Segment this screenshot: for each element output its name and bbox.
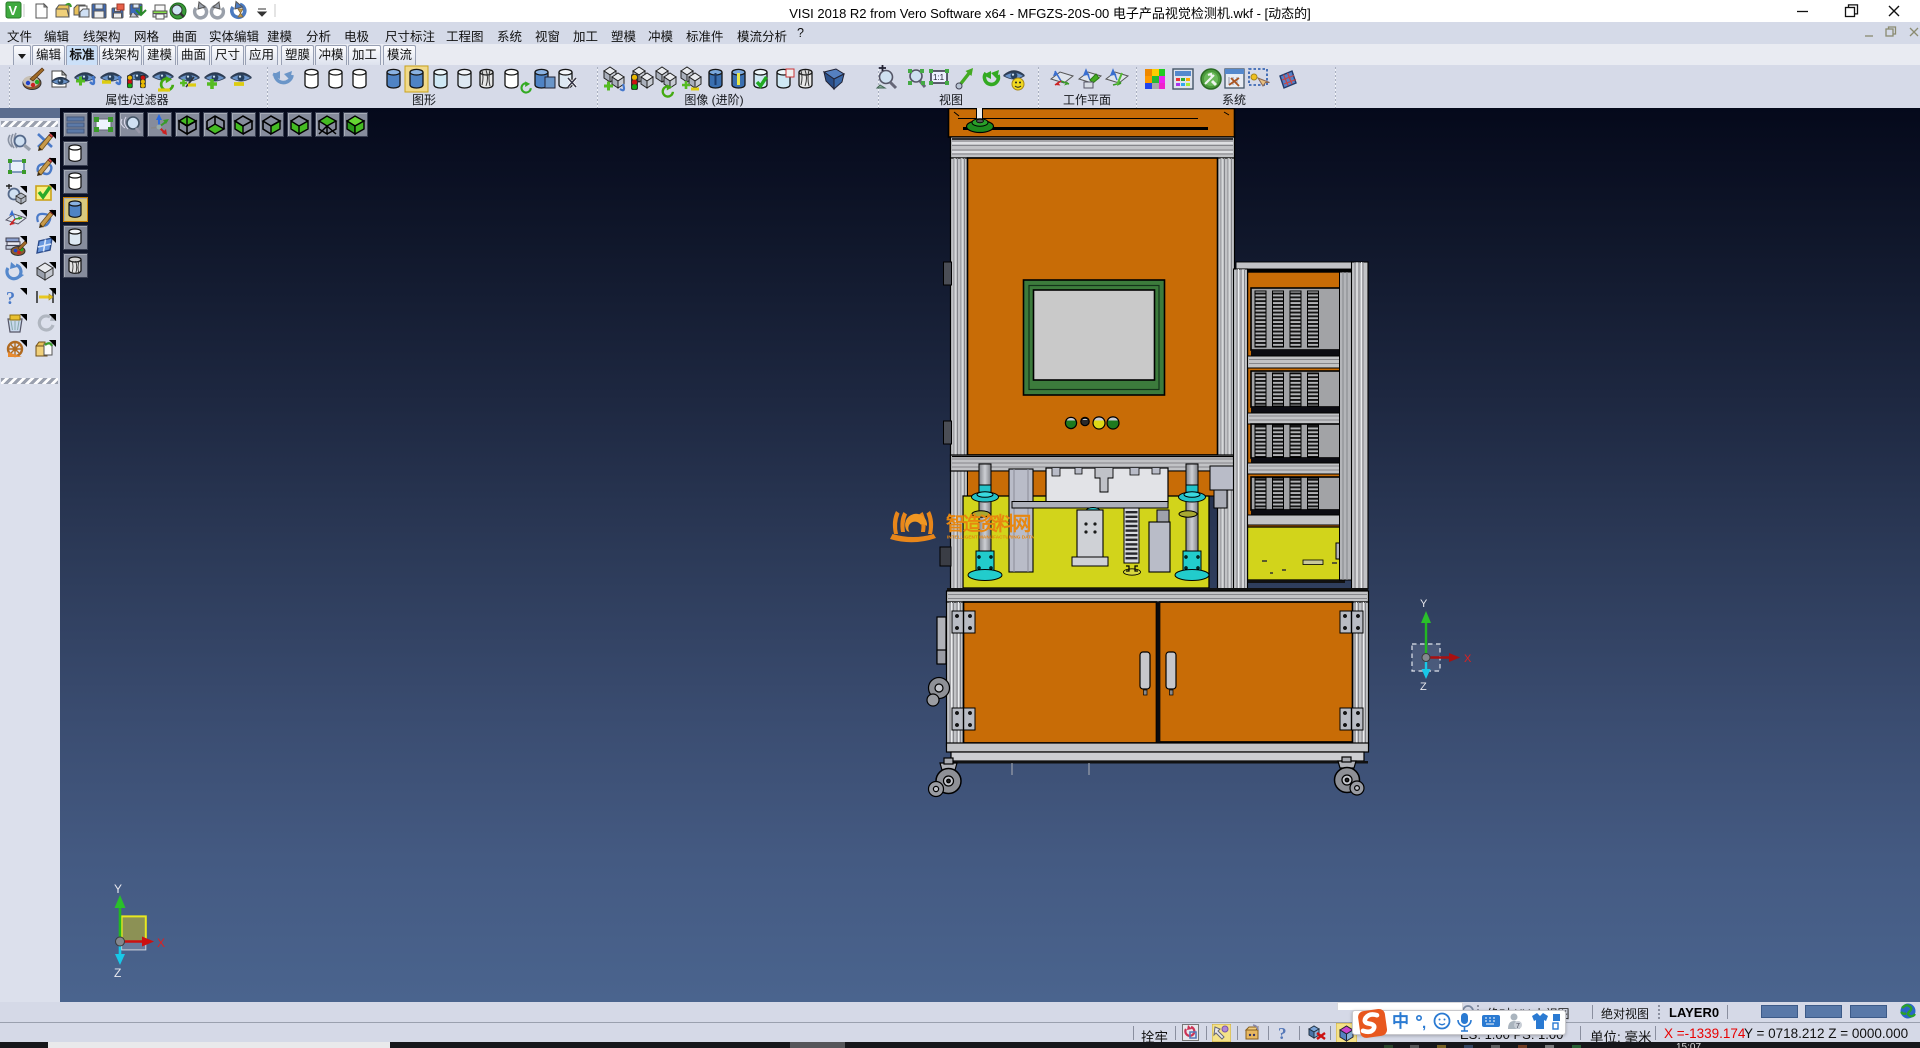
svg-text:X: X [1464, 653, 1472, 665]
svg-text:智造资料网: 智造资料网 [946, 512, 1030, 535]
svg-text:Z: Z [1420, 681, 1427, 693]
svg-text:,: , [1422, 1015, 1426, 1032]
svg-text:?: ? [6, 288, 15, 308]
svg-text:X: X [157, 936, 165, 950]
svg-text:Y: Y [114, 882, 122, 896]
svg-text:?: ? [1278, 1024, 1287, 1042]
svg-text:7: 7 [1516, 1023, 1520, 1030]
svg-text:INTELLIGENT MANUFACTURING DATA: INTELLIGENT MANUFACTURING DATA [947, 535, 1035, 540]
svg-text:1:1: 1:1 [933, 73, 945, 82]
svg-text:Y: Y [1420, 598, 1428, 610]
svg-text:Z: Z [114, 966, 121, 980]
svg-text:中: 中 [1392, 1011, 1409, 1031]
